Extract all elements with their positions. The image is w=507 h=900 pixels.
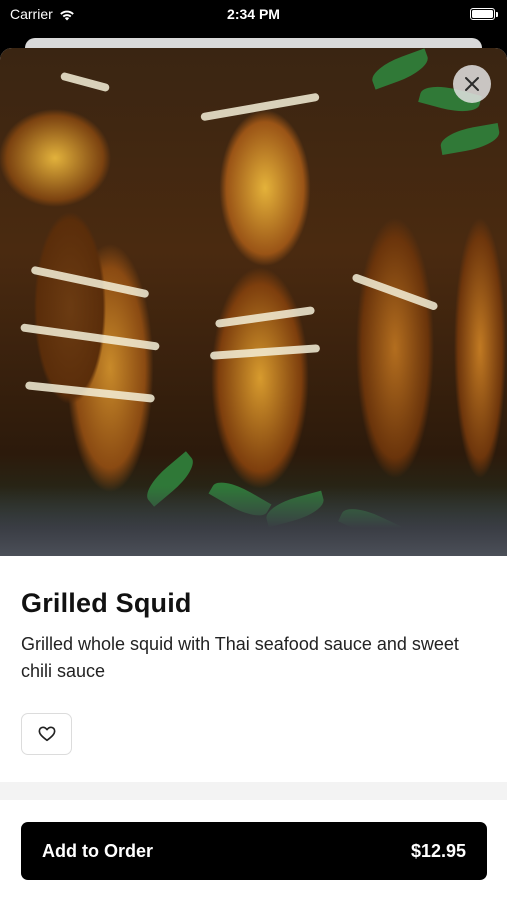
favorite-button[interactable] xyxy=(21,713,72,755)
heart-outline-icon xyxy=(38,726,55,742)
add-to-order-label: Add to Order xyxy=(42,840,153,861)
section-divider xyxy=(0,782,507,800)
close-button[interactable] xyxy=(453,65,491,103)
status-bar: Carrier 2:34 PM xyxy=(0,0,507,30)
item-description: Grilled whole squid with Thai seafood sa… xyxy=(21,634,459,681)
item-photo xyxy=(0,48,507,556)
phone-screen: Carrier 2:34 PM Grilled Squid Grilled wh… xyxy=(0,0,507,900)
battery-icon xyxy=(470,8,498,20)
order-price: $12.95 xyxy=(410,840,466,861)
item-details: Grilled Squid Grilled whole squid with T… xyxy=(0,556,507,755)
item-title: Grilled Squid xyxy=(21,588,192,618)
item-detail-sheet: Grilled Squid Grilled whole squid with T… xyxy=(0,48,507,900)
close-icon xyxy=(465,77,479,91)
add-to-order-button[interactable]: Add to Order $12.95 xyxy=(21,822,487,880)
clock: 2:34 PM xyxy=(227,6,280,22)
